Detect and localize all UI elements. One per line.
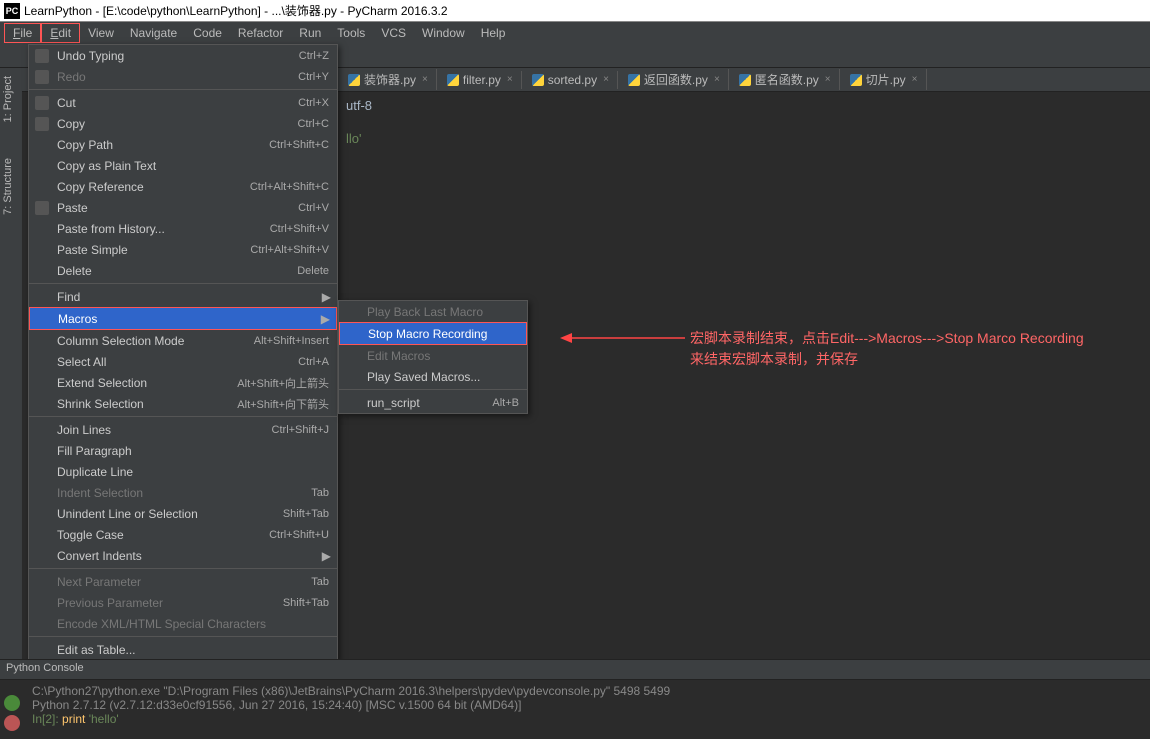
python-icon: [628, 74, 640, 86]
console-line: C:\Python27\python.exe "D:\Program Files…: [32, 684, 1144, 698]
cut-icon: [35, 96, 49, 110]
window-title: LearnPython - [E:\code\python\LearnPytho…: [24, 2, 448, 19]
tab-file[interactable]: filter.py×: [439, 71, 522, 89]
close-icon[interactable]: ×: [507, 74, 513, 85]
menu-toggle-case[interactable]: Toggle CaseCtrl+Shift+U: [29, 524, 337, 545]
menu-navigate[interactable]: Navigate: [122, 24, 185, 42]
close-icon[interactable]: ×: [714, 74, 720, 85]
python-icon: [348, 74, 360, 86]
console-header[interactable]: Python Console: [0, 659, 1150, 679]
tab-file[interactable]: 切片.py×: [842, 69, 927, 90]
tab-file[interactable]: 装饰器.py×: [340, 69, 437, 90]
run-icon[interactable]: [4, 695, 20, 711]
python-icon: [739, 74, 751, 86]
close-icon[interactable]: ×: [912, 74, 918, 85]
menu-shrink-selection[interactable]: Shrink SelectionAlt+Shift+向下箭头: [29, 393, 337, 414]
tab-file[interactable]: 匿名函数.py×: [731, 69, 840, 90]
menu-duplicate-line[interactable]: Duplicate Line: [29, 461, 337, 482]
console-line: Python 2.7.12 (v2.7.12:d33e0cf91556, Jun…: [32, 698, 1144, 712]
menu-vcs[interactable]: VCS: [373, 24, 414, 42]
menu-window[interactable]: Window: [414, 24, 473, 42]
menu-bar: File Edit View Navigate Code Refactor Ru…: [0, 22, 1150, 44]
menu-column-selection[interactable]: Column Selection ModeAlt+Shift+Insert: [29, 330, 337, 351]
close-icon[interactable]: ×: [825, 74, 831, 85]
copy-icon: [35, 117, 49, 131]
menu-select-all[interactable]: Select AllCtrl+A: [29, 351, 337, 372]
menu-paste[interactable]: PasteCtrl+V: [29, 197, 337, 218]
menu-tools[interactable]: Tools: [329, 24, 373, 42]
menu-stop-macro-recording[interactable]: Stop Macro Recording: [340, 323, 526, 344]
menu-run-script[interactable]: run_scriptAlt+B: [339, 392, 527, 413]
code-line: llo': [346, 131, 1144, 146]
menu-edit[interactable]: Edit: [41, 23, 80, 43]
menu-edit-macros: Edit Macros: [339, 345, 527, 366]
menu-find[interactable]: Find▶: [29, 286, 337, 307]
menu-macros[interactable]: Macros▶: [30, 308, 336, 329]
macros-submenu: Play Back Last Macro Stop Macro Recordin…: [338, 300, 528, 414]
menu-undo[interactable]: Undo TypingCtrl+Z: [29, 45, 337, 66]
redo-icon: [35, 70, 49, 84]
menu-next-parameter: Next ParameterTab: [29, 571, 337, 592]
python-icon: [532, 74, 544, 86]
menu-help[interactable]: Help: [473, 24, 514, 42]
pycharm-icon: PC: [4, 3, 20, 19]
menu-run[interactable]: Run: [291, 24, 329, 42]
menu-refactor[interactable]: Refactor: [230, 24, 291, 42]
undo-icon: [35, 49, 49, 63]
menu-cut[interactable]: CutCtrl+X: [29, 92, 337, 113]
menu-extend-selection[interactable]: Extend SelectionAlt+Shift+向上箭头: [29, 372, 337, 393]
menu-edit-as-table[interactable]: Edit as Table...: [29, 639, 337, 660]
python-icon: [850, 74, 862, 86]
side-tab-structure[interactable]: 7: Structure: [0, 150, 16, 223]
menu-delete[interactable]: DeleteDelete: [29, 260, 337, 281]
menu-file[interactable]: File: [4, 23, 41, 43]
menu-paste-simple[interactable]: Paste SimpleCtrl+Alt+Shift+V: [29, 239, 337, 260]
menu-convert-indents[interactable]: Convert Indents▶: [29, 545, 337, 566]
menu-copy-plain[interactable]: Copy as Plain Text: [29, 155, 337, 176]
menu-encode-special: Encode XML/HTML Special Characters: [29, 613, 337, 634]
menu-code[interactable]: Code: [185, 24, 230, 42]
python-console[interactable]: C:\Python27\python.exe "D:\Program Files…: [0, 679, 1150, 739]
menu-play-back-macro: Play Back Last Macro: [339, 301, 527, 322]
close-icon[interactable]: ×: [603, 74, 609, 85]
chevron-right-icon: ▶: [322, 549, 331, 563]
code-line: utf-8: [346, 98, 1144, 113]
menu-redo: RedoCtrl+Y: [29, 66, 337, 87]
menu-copy-ref[interactable]: Copy ReferenceCtrl+Alt+Shift+C: [29, 176, 337, 197]
menu-paste-history[interactable]: Paste from History...Ctrl+Shift+V: [29, 218, 337, 239]
menu-unindent[interactable]: Unindent Line or SelectionShift+Tab: [29, 503, 337, 524]
tab-file[interactable]: 返回函数.py×: [620, 69, 729, 90]
paste-icon: [35, 201, 49, 215]
menu-indent-selection: Indent SelectionTab: [29, 482, 337, 503]
menu-copy[interactable]: CopyCtrl+C: [29, 113, 337, 134]
edit-dropdown: Undo TypingCtrl+Z RedoCtrl+Y CutCtrl+X C…: [28, 44, 338, 661]
menu-play-saved-macros[interactable]: Play Saved Macros...: [339, 366, 527, 387]
side-tool-strip: 1: Project 7: Structure: [0, 68, 22, 668]
python-icon: [447, 74, 459, 86]
menu-copy-path[interactable]: Copy PathCtrl+Shift+C: [29, 134, 337, 155]
menu-prev-parameter: Previous ParameterShift+Tab: [29, 592, 337, 613]
annotation-arrow: [560, 328, 690, 348]
side-tab-project[interactable]: 1: Project: [0, 68, 16, 130]
menu-fill-paragraph[interactable]: Fill Paragraph: [29, 440, 337, 461]
stop-icon[interactable]: [4, 715, 20, 731]
close-icon[interactable]: ×: [422, 74, 428, 85]
menu-view[interactable]: View: [80, 24, 122, 42]
annotation-text: 宏脚本录制结束，点击Edit--->Macros--->Stop Marco R…: [690, 328, 1084, 370]
chevron-right-icon: ▶: [321, 312, 330, 326]
code-editor[interactable]: utf-8 llo': [340, 92, 1150, 152]
console-line: In[2]: print 'hello': [32, 712, 1144, 726]
tab-file[interactable]: sorted.py×: [524, 71, 618, 89]
menu-join-lines[interactable]: Join LinesCtrl+Shift+J: [29, 419, 337, 440]
chevron-right-icon: ▶: [322, 290, 331, 304]
title-bar: PC LearnPython - [E:\code\python\LearnPy…: [0, 0, 1150, 22]
